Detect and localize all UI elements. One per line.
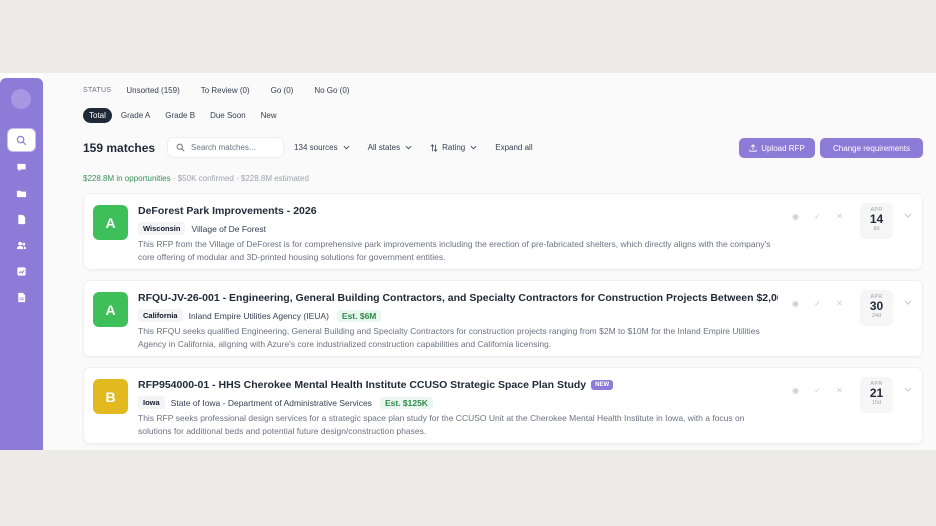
card-actions: ◉ ✓ ✕ (790, 299, 856, 308)
check-icon[interactable]: ✓ (812, 386, 823, 395)
users-icon[interactable] (8, 234, 35, 256)
agency-name: Village of De Forest (191, 223, 266, 234)
close-icon[interactable]: ✕ (834, 212, 845, 221)
due-relative: 24d (871, 313, 882, 319)
upload-rfp-label: Upload RFP (761, 143, 805, 153)
card-meta: California Inland Empire Utilities Agenc… (138, 309, 382, 322)
close-icon[interactable]: ✕ (834, 299, 845, 308)
card-title[interactable]: DeForest Park Improvements - 2026 (138, 205, 317, 217)
view-icon[interactable]: ◉ (790, 386, 801, 395)
search-input[interactable]: Search matches... (167, 137, 285, 158)
sources-dropdown[interactable]: 134 sources (294, 143, 350, 152)
search-placeholder: Search matches... (191, 143, 256, 152)
app-window: STATUS Unsorted (159) To Review (0) Go (… (0, 73, 936, 450)
change-requirements-label: Change requirements (833, 143, 910, 153)
opportunities-total: $228.8M in opportunities (83, 174, 171, 183)
main-content: STATUS Unsorted (159) To Review (0) Go (… (43, 73, 936, 450)
card-description: This RFP from the Village of DeForest is… (138, 239, 771, 262)
card-title[interactable]: RFP954000-01 - HHS Cherokee Mental Healt… (138, 379, 614, 391)
chevron-down-icon (405, 145, 412, 150)
estimate-badge: Est. $6M (336, 309, 382, 322)
chat-icon[interactable] (8, 156, 35, 178)
expand-all-label: Expand all (495, 143, 533, 152)
states-label: All states (367, 143, 401, 152)
card-description: This RFP seeks professional design servi… (138, 413, 745, 436)
grade-filter: Total Grade A Grade B Due Soon New (83, 108, 286, 123)
change-requirements-button[interactable]: Change requirements (820, 138, 923, 158)
opportunity-summary: $228.8M in opportunities · $50K confirme… (83, 174, 309, 183)
search-icon (176, 143, 185, 152)
status-option-go[interactable]: Go (0) (271, 86, 294, 95)
card-title[interactable]: RFQU-JV-26-001 - Engineering, General Bu… (138, 292, 778, 304)
card-actions: ◉ ✓ ✕ (790, 386, 856, 395)
close-icon[interactable]: ✕ (834, 386, 845, 395)
card-title-text: RFP954000-01 - HHS Cherokee Mental Healt… (138, 379, 587, 391)
match-card[interactable]: A RFQU-JV-26-001 - Engineering, General … (83, 280, 923, 357)
match-count: 159 matches (83, 140, 156, 155)
due-relative: 8d (873, 226, 880, 232)
state-tag: California (138, 309, 183, 322)
sort-icon (430, 143, 438, 152)
search-nav-icon[interactable] (8, 129, 35, 151)
due-date: APR 14 8d (860, 203, 893, 239)
due-relative: 15d (871, 400, 882, 406)
sort-dropdown[interactable]: Rating (430, 143, 477, 152)
status-filter: STATUS Unsorted (159) To Review (0) Go (… (83, 86, 370, 95)
report-icon[interactable] (8, 286, 35, 308)
states-dropdown[interactable]: All states (368, 143, 412, 152)
status-option-no-go[interactable]: No Go (0) (314, 86, 349, 95)
agency-name: Inland Empire Utilities Agency (IEUA) (188, 310, 329, 321)
due-day: 21 (869, 386, 884, 400)
state-tag: Wisconsin (138, 222, 186, 235)
grade-chip-due-soon[interactable]: Due Soon (204, 108, 252, 123)
analytics-icon[interactable] (8, 260, 35, 282)
card-title-text: RFQU-JV-26-001 - Engineering, General Bu… (138, 292, 778, 304)
grade-chip-total[interactable]: Total (83, 108, 112, 123)
chevron-down-icon (470, 145, 477, 150)
expand-all-button[interactable]: Expand all (495, 143, 532, 152)
view-icon[interactable]: ◉ (790, 212, 801, 221)
upload-rfp-button[interactable]: Upload RFP (739, 138, 815, 158)
card-meta: Wisconsin Village of De Forest (138, 222, 266, 235)
due-day: 14 (869, 212, 884, 226)
document-icon[interactable] (8, 208, 35, 230)
chevron-down-icon[interactable] (904, 300, 912, 305)
grade-chip-a[interactable]: Grade A (115, 108, 156, 123)
due-date: APR 21 15d (860, 377, 893, 413)
summary-detail: · $50K confirmed · $228.8M estimated (170, 174, 309, 183)
chevron-down-icon[interactable] (904, 213, 912, 218)
card-meta: Iowa State of Iowa - Department of Admin… (138, 396, 433, 409)
upload-icon (749, 144, 757, 152)
folder-icon[interactable] (8, 182, 35, 204)
avatar[interactable] (11, 89, 31, 109)
state-tag: Iowa (138, 396, 165, 409)
agency-name: State of Iowa - Department of Administra… (170, 397, 372, 408)
grade-badge: A (93, 205, 128, 240)
card-actions: ◉ ✓ ✕ (790, 212, 856, 221)
grade-badge: B (93, 379, 128, 414)
chevron-down-icon[interactable] (904, 387, 912, 392)
card-title-text: DeForest Park Improvements - 2026 (138, 205, 317, 217)
sort-label: Rating (442, 143, 466, 152)
check-icon[interactable]: ✓ (812, 212, 823, 221)
due-date: APR 30 24d (860, 290, 893, 326)
sidebar (0, 78, 43, 450)
chevron-down-icon (343, 145, 350, 150)
grade-chip-b[interactable]: Grade B (159, 108, 201, 123)
view-icon[interactable]: ◉ (790, 299, 801, 308)
match-card[interactable]: B RFP954000-01 - HHS Cherokee Mental Hea… (83, 367, 923, 444)
status-label: STATUS (83, 87, 112, 94)
grade-badge: A (93, 292, 128, 327)
card-description: This RFQU seeks qualified Engineering, G… (138, 326, 760, 349)
sources-label: 134 sources (294, 143, 338, 152)
grade-chip-new[interactable]: New (255, 108, 283, 123)
estimate-badge: Est. $125K (379, 396, 433, 409)
status-option-unsorted[interactable]: Unsorted (159) (126, 86, 179, 95)
check-icon[interactable]: ✓ (812, 299, 823, 308)
match-card[interactable]: A DeForest Park Improvements - 2026 Wisc… (83, 193, 923, 270)
new-badge: NEW (591, 380, 614, 390)
due-day: 30 (869, 299, 884, 313)
status-option-to-review[interactable]: To Review (0) (201, 86, 250, 95)
